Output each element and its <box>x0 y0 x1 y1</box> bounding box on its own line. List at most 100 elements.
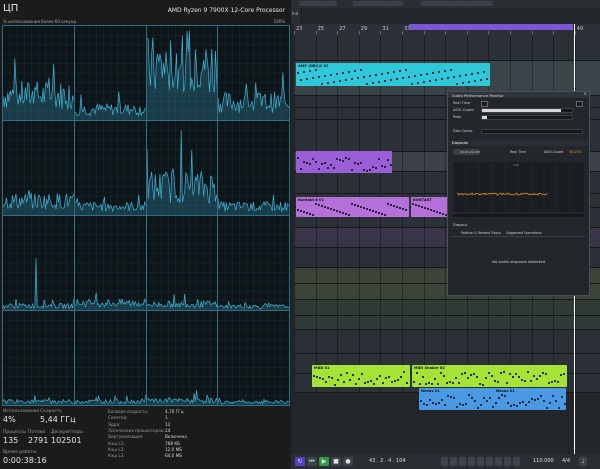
disk-cache-meter <box>481 129 583 134</box>
midi-note <box>348 71 350 73</box>
midi-note <box>342 160 344 162</box>
core-usage-plot <box>3 26 74 120</box>
toolbar-button[interactable] <box>321 1 337 6</box>
dropout-time-badge[interactable]: 00:01:22.158 <box>453 149 480 155</box>
peak-meter-fill <box>482 116 488 119</box>
metronome-button[interactable]: ♩ <box>579 457 587 466</box>
midi-note <box>349 379 351 381</box>
grid-line <box>445 35 447 60</box>
column-operations[interactable]: Suggested Operations <box>506 231 541 235</box>
stop-button[interactable]: ■ <box>331 457 341 466</box>
transport-tool-button[interactable] <box>486 457 493 466</box>
midi-note <box>447 395 449 397</box>
midi-note <box>506 382 508 384</box>
midi-note <box>436 211 438 213</box>
midi-note <box>477 407 479 409</box>
transport-tool-button[interactable] <box>459 457 466 466</box>
clip-kontakt[interactable]: KONTAKT <box>411 197 451 217</box>
track-lane[interactable] <box>294 35 600 61</box>
midi-note <box>539 375 541 377</box>
transport-tool-button[interactable] <box>468 457 475 466</box>
transport-tool-button[interactable] <box>450 457 457 466</box>
column-position[interactable]: Position & Related Tracks <box>461 231 501 235</box>
audio-performance-monitor: Audio Performance Monitor × Real Time AS… <box>447 91 590 296</box>
performance-graph: 100 <box>453 162 584 212</box>
midi-note <box>480 79 482 81</box>
midi-note <box>369 209 371 211</box>
grid-line <box>423 108 425 119</box>
midi-note <box>336 73 338 75</box>
track-lane[interactable] <box>294 316 600 330</box>
midi-note <box>327 207 329 209</box>
track-lane[interactable] <box>294 330 600 354</box>
transport-tool-button[interactable] <box>513 457 520 466</box>
clip-midi[interactable]: MIDI 01 <box>312 365 410 387</box>
midi-note <box>486 78 488 80</box>
play-button[interactable]: ▶ <box>319 457 329 466</box>
time-signature-display[interactable]: 4/4 <box>562 458 570 464</box>
transport-tool-button[interactable] <box>477 457 484 466</box>
midi-note <box>465 74 467 76</box>
project-tab[interactable] <box>421 1 455 6</box>
transport-tool-button[interactable] <box>441 457 448 466</box>
core-usage-graph <box>2 25 75 121</box>
midi-note <box>351 78 353 80</box>
cycle-button[interactable]: ↻ <box>295 457 305 466</box>
midi-note <box>551 381 553 383</box>
grid-line <box>294 300 295 315</box>
midi-note <box>519 402 521 404</box>
clip-kontakt[interactable]: Kontakt 8 01 <box>296 197 409 217</box>
toolbar-button[interactable] <box>387 1 403 6</box>
midi-note <box>303 161 305 163</box>
reset-button[interactable] <box>576 101 583 107</box>
dropouts-section-header[interactable]: Dropouts <box>448 140 589 146</box>
midi-note <box>433 210 435 212</box>
cycle-range-marker[interactable] <box>409 24 573 30</box>
grid-line <box>466 330 468 353</box>
clip-purple[interactable] <box>296 151 392 173</box>
midi-note <box>382 382 384 384</box>
midi-note <box>419 383 421 385</box>
project-tab[interactable] <box>353 1 387 6</box>
toolbar-button[interactable] <box>299 1 321 6</box>
clip-midi-shaker[interactable]: MIDI Shaker 02 <box>412 365 567 387</box>
clip-amp[interactable]: AMP (NBC)C 01 <box>296 63 490 86</box>
close-icon[interactable]: × <box>583 92 587 97</box>
midi-note <box>303 71 305 73</box>
grid-line <box>402 316 403 329</box>
logical-processor-graphs <box>2 25 290 406</box>
midi-note <box>390 164 392 166</box>
transport-tool-button[interactable] <box>495 457 502 466</box>
apm-title-bar[interactable]: Audio Performance Monitor × <box>448 92 589 98</box>
threads-label: Потоки <box>28 430 46 435</box>
toolbar-button[interactable] <box>471 1 493 6</box>
asio-guard-meter <box>481 108 573 113</box>
record-button[interactable]: ● <box>343 457 353 466</box>
transport-tool-button[interactable] <box>504 457 511 466</box>
clip-nexus[interactable]: Nexus 01 <box>494 388 566 410</box>
grid-line <box>358 228 360 247</box>
midi-note <box>342 212 344 214</box>
toolbar-button[interactable] <box>455 1 471 6</box>
midi-note <box>494 380 496 382</box>
grid-line <box>380 284 382 299</box>
go-to-start-button[interactable]: ⏮ <box>307 457 317 466</box>
asio-guard-value: 58.03% <box>569 150 582 154</box>
midi-note <box>391 381 393 383</box>
core-usage-plot <box>218 311 289 405</box>
midi-note <box>482 384 484 386</box>
midi-note <box>402 208 404 210</box>
midi-note <box>471 73 473 75</box>
graph-scrollbar[interactable] <box>453 214 584 217</box>
midi-note <box>417 82 419 84</box>
tempo-display[interactable]: 110.000 <box>533 458 554 464</box>
midi-note <box>309 163 311 165</box>
grid-line <box>466 300 468 315</box>
midi-note <box>336 210 338 212</box>
midi-note <box>512 376 514 378</box>
grid-line <box>315 35 317 60</box>
track-lane[interactable] <box>294 300 600 316</box>
grid-line <box>294 268 295 283</box>
midi-note <box>531 398 533 400</box>
grid-line <box>315 172 317 193</box>
